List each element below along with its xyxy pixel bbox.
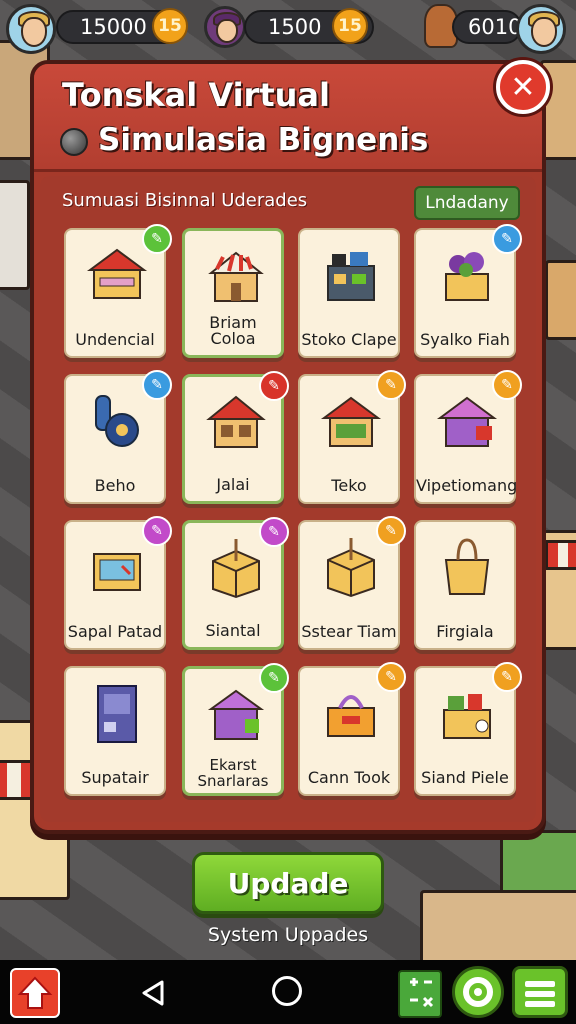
market-stall-icon (86, 248, 148, 299)
upgrade-card-label: Supatair (81, 768, 149, 787)
home-icon[interactable] (272, 976, 302, 1006)
ticket-counter: 6010 (452, 10, 522, 44)
update-button[interactable]: Updade (192, 852, 384, 914)
settings-gear-icon[interactable] (452, 966, 504, 1018)
back-icon[interactable] (138, 978, 168, 1008)
bullet-icon (60, 128, 88, 156)
pipe-machine-icon (95, 395, 139, 447)
upgrade-card-label: Stoko Clape (301, 330, 397, 349)
top-hud: 15000 15 1500 15 6010 (0, 0, 576, 56)
ticket-amount: 6010 (468, 15, 522, 39)
upgrade-card[interactable]: Teko ✎ (298, 370, 406, 504)
purple-shop-icon (436, 396, 498, 447)
purple-box-shop-icon (207, 689, 265, 740)
upgrade-card[interactable]: Vipetiomang ✎ (414, 370, 522, 504)
upgrade-card-label: Cann Took (307, 768, 391, 787)
update-caption: System Uppades (207, 924, 369, 946)
friend-avatar[interactable] (204, 6, 246, 48)
upgrade-badge-icon[interactable]: ✎ (492, 370, 522, 400)
opponent-avatar[interactable] (516, 4, 566, 54)
dialog-title-line2: Simulasia Bignenis (98, 122, 429, 158)
upgrade-badge-icon[interactable]: ✎ (142, 516, 172, 546)
background-building (545, 260, 576, 340)
upgrade-badge-icon[interactable]: ✎ (492, 224, 522, 254)
background-building (0, 180, 30, 290)
upgrade-card-label: Briam Coloa (209, 313, 257, 348)
close-button[interactable]: ✕ (496, 60, 550, 114)
upgrade-badge-icon[interactable]: ✎ (376, 662, 406, 692)
upgrade-card[interactable]: Supatair (64, 666, 166, 796)
shopping-bag-icon (444, 538, 490, 595)
cash-register-icon (93, 553, 141, 591)
upgrade-card[interactable]: Undencial ✎ (64, 224, 172, 358)
electronics-shop-icon (327, 252, 375, 301)
upgrade-card-label: Undencial (75, 330, 155, 349)
upgrade-card-label: Siand Piele (421, 768, 509, 787)
upgrade-card-label: Firgiala (436, 622, 494, 641)
coin-icon[interactable]: 15 (152, 8, 188, 44)
upgrade-card-label: Teko (331, 476, 367, 495)
upgrade-card[interactable]: Firgiala (414, 520, 516, 650)
striped-shop-icon (208, 251, 264, 302)
dialog-title-line1: Tonskal Virtual (62, 76, 330, 114)
flower-box-icon (445, 252, 489, 301)
calculator-app-icon[interactable] (398, 970, 442, 1018)
dialog-body: Sumuasi Bisinnal Uderades Lndadany Unden… (40, 176, 536, 822)
upgrade-card-label: Sstear Tiam (301, 622, 397, 641)
close-icon: ✕ (510, 69, 536, 105)
dialog-header: Tonskal Virtual Simulasia Bignenis (34, 64, 542, 172)
section-subtitle: Sumuasi Bisinnal Uderades (62, 190, 308, 211)
upgrade-card[interactable]: Syalko Fiah ✎ (414, 224, 522, 358)
red-roof-shop-icon (206, 395, 266, 448)
plant-stand-icon (443, 694, 491, 739)
gem-coin-icon[interactable]: 15 (332, 8, 368, 44)
upgrade-card-label: Sapal Patad (67, 622, 163, 641)
upgrade-card-label: Beho (94, 476, 136, 495)
background-awning (545, 540, 576, 570)
gem-amount: 1500 (268, 15, 322, 39)
upgrade-badge-icon[interactable]: ✎ (492, 662, 522, 692)
home-app-icon[interactable] (10, 968, 60, 1018)
upgrade-badge-icon[interactable]: ✎ (142, 224, 172, 254)
vending-machine-icon (97, 685, 137, 743)
upgrade-card[interactable]: Sapal Patad ✎ (64, 516, 172, 650)
upgrade-card-label: Jalai (216, 475, 250, 494)
upgrade-badge-icon[interactable]: ✎ (259, 663, 289, 693)
upgrade-card[interactable]: Briam Coloa (182, 228, 284, 358)
coin-icon-label: 15 (158, 16, 182, 36)
upgrade-card-label: Vipetiomang (416, 476, 518, 495)
upgrade-card[interactable]: Siand Piele ✎ (414, 662, 522, 796)
upgrade-card[interactable]: Sstear Tiam ✎ (298, 516, 406, 650)
business-simulation-dialog: Tonskal Virtual Simulasia Bignenis ✕ Sum… (30, 60, 550, 834)
upgrade-card[interactable]: Siantal ✎ (182, 517, 289, 650)
upgrade-badge-icon[interactable]: ✎ (376, 370, 406, 400)
upgrade-card[interactable]: Ekarst Snarlaras ✎ (182, 663, 289, 796)
gem-icon-label: 15 (338, 16, 362, 36)
upgrade-badge-icon[interactable]: ✎ (259, 517, 289, 547)
player-avatar[interactable] (6, 4, 56, 54)
upgrade-card[interactable]: Cann Took ✎ (298, 662, 406, 796)
upgrade-card[interactable]: Beho ✎ (64, 370, 172, 504)
upgrade-card-label: Ekarst Snarlaras (197, 756, 269, 790)
upgrade-badge-icon[interactable]: ✎ (259, 371, 289, 401)
upgrade-card-label: Syalko Fiah (420, 330, 510, 349)
coin-amount: 15000 (80, 15, 147, 39)
upgrade-badge-icon[interactable]: ✎ (376, 516, 406, 546)
cardboard-box-icon (327, 538, 375, 598)
upgrade-card[interactable]: Jalai ✎ (182, 371, 289, 504)
upgrade-card[interactable]: Stoko Clape (298, 228, 400, 358)
cardboard-box-icon (212, 539, 260, 599)
filter-button[interactable]: Lndadany (414, 186, 520, 220)
crate-basket-icon (327, 695, 375, 737)
menu-icon[interactable] (512, 966, 568, 1018)
green-shop-icon (320, 396, 382, 447)
upgrade-badge-icon[interactable]: ✎ (142, 370, 172, 400)
upgrade-card-label: Siantal (205, 621, 261, 640)
